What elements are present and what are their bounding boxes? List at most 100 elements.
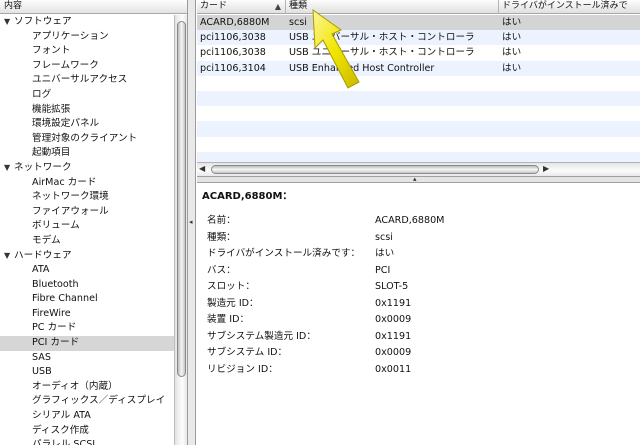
- cell-card: pci1106,3104: [200, 62, 266, 74]
- sidebar-item[interactable]: 管理対象のクライアント: [0, 132, 174, 147]
- sidebar-item-label: 環境設定パネル: [32, 118, 100, 130]
- cell-driver: はい: [502, 17, 522, 28]
- detail-label: バス：: [207, 264, 236, 276]
- sidebar-item[interactable]: ログ: [0, 88, 174, 103]
- sidebar-item[interactable]: Fibre Channel: [0, 292, 174, 307]
- cell-card: pci1106,3038: [200, 47, 266, 59]
- scroll-left-icon[interactable]: ◀: [199, 164, 205, 173]
- table-row[interactable]: ACARD,6880M scsi はい: [197, 15, 640, 31]
- sidebar-item-label: ネットワーク: [14, 161, 72, 173]
- column-header-card[interactable]: カード ▲: [197, 0, 286, 14]
- table-row[interactable]: pci1106,3038 USB ユニバーサル・ホスト・コントローラ はい: [197, 45, 640, 60]
- sidebar-item[interactable]: PC カード: [0, 321, 174, 336]
- table-horizontal-scrollbar[interactable]: ◀ ▶: [197, 162, 640, 176]
- sidebar-item[interactable]: グラフィックス／ディスプレイ: [0, 394, 174, 409]
- cell-card: pci1106,3038: [200, 32, 266, 44]
- sidebar-item[interactable]: ファイアウォール: [0, 205, 174, 220]
- sidebar-item[interactable]: ボリューム: [0, 219, 174, 234]
- sidebar-scroll-thumb[interactable]: [177, 21, 186, 377]
- detail-row: 装置 ID： 0x0009: [207, 312, 637, 329]
- detail-label: リビジョン ID：: [207, 363, 278, 375]
- table-scroll-thumb[interactable]: [211, 165, 539, 174]
- detail-label: 製造元 ID：: [207, 297, 259, 309]
- detail-value: SLOT-5: [375, 281, 409, 292]
- sidebar: 内容 ▼ ソフトウェア アプリケーション フォント フレームワーク ユニバーサルアクセスロ…: [0, 0, 188, 445]
- cell-driver: はい: [502, 47, 522, 59]
- cell-card: ACARD,6880M: [200, 17, 270, 28]
- sidebar-item[interactable]: ネットワーク環境: [0, 190, 174, 205]
- detail-label: サブシステム製造元 ID：: [207, 330, 316, 342]
- detail-panel: ACARD,6880M： 名前： ACARD,6880M 種類： scsi ドライバがイ…: [197, 183, 640, 445]
- sidebar-item-label: SAS: [32, 351, 51, 363]
- cell-driver: はい: [502, 62, 522, 74]
- sidebar-item[interactable]: ユニバーサルアクセス: [0, 73, 174, 88]
- sidebar-item-label: Bluetooth: [32, 278, 79, 290]
- empty-table-row: [197, 76, 640, 91]
- sidebar-item-label: ログ: [32, 88, 52, 100]
- sidebar-item[interactable]: SAS: [0, 351, 174, 366]
- sidebar-item[interactable]: フレームワーク: [0, 59, 174, 74]
- detail-row: ドライバがインストール済みです： はい: [207, 246, 637, 263]
- sidebar-tree: ▼ ソフトウェア アプリケーション フォント フレームワーク ユニバーサルアクセス ログ 機能…: [0, 15, 174, 445]
- sidebar-item[interactable]: シリアル ATA: [0, 409, 174, 424]
- sidebar-item-label: Fibre Channel: [32, 293, 98, 305]
- sidebar-category[interactable]: ▼ ネットワーク: [0, 161, 174, 176]
- table-body: ACARD,6880M scsi はい pci1106,3038 USB ユニバーサル・…: [197, 15, 640, 167]
- disclosure-triangle-icon[interactable]: ▼: [4, 15, 14, 30]
- sidebar-item-label: PC カード: [32, 322, 77, 334]
- table-row[interactable]: pci1106,3104 USB Enhanced Host Controller…: [197, 60, 640, 76]
- detail-value: scsi: [375, 231, 393, 243]
- sidebar-scrollbar[interactable]: [174, 15, 187, 445]
- disclosure-triangle-icon[interactable]: ▼: [4, 161, 14, 176]
- cell-driver: はい: [502, 32, 522, 44]
- disclosure-triangle-icon[interactable]: ▼: [4, 249, 14, 264]
- sidebar-item-label: FireWire: [32, 307, 71, 319]
- detail-field-list: 名前： ACARD,6880M 種類： scsi ドライバがインストール済みです： はいバ…: [207, 213, 637, 378]
- sidebar-item[interactable]: FireWire: [0, 307, 174, 322]
- detail-row: スロット： SLOT-5: [207, 279, 637, 296]
- sidebar-item-label: ソフトウェア: [14, 16, 72, 27]
- vertical-splitter[interactable]: ◂: [188, 0, 196, 445]
- sidebar-item[interactable]: ATA: [0, 263, 174, 278]
- column-header-driver[interactable]: ドライバがインストール済みで: [499, 0, 640, 14]
- detail-row: サブシステム製造元 ID： 0x1191: [207, 329, 637, 346]
- detail-label: スロット：: [207, 281, 255, 292]
- detail-row: バス： PCI: [207, 263, 637, 280]
- splitter-grip-icon: ◂: [189, 218, 193, 226]
- sidebar-item[interactable]: オーディオ（内蔵）: [0, 380, 174, 395]
- sidebar-item[interactable]: フォント: [0, 44, 174, 59]
- sidebar-item[interactable]: AirMac カード: [0, 176, 174, 191]
- sidebar-category[interactable]: ▼ ハードウェア: [0, 249, 174, 264]
- sidebar-item[interactable]: PCI カード: [0, 336, 174, 351]
- sidebar-item[interactable]: 機能拡張: [0, 103, 174, 118]
- detail-row: 名前： ACARD,6880M: [207, 213, 637, 230]
- detail-value: 0x0011: [375, 363, 412, 375]
- empty-table-row: [197, 121, 640, 137]
- empty-table-row: [197, 137, 640, 152]
- detail-value: 0x0009: [375, 347, 412, 358]
- sidebar-header[interactable]: 内容: [0, 0, 187, 14]
- table-row[interactable]: pci1106,3038 USB ユニバーサル・ホスト・コントローラ はい: [197, 30, 640, 46]
- sidebar-category[interactable]: ▼ ソフトウェア: [0, 15, 174, 30]
- sidebar-item-label: ATA: [32, 264, 50, 276]
- sidebar-item-label: フォント: [32, 45, 71, 57]
- sidebar-item[interactable]: Bluetooth: [0, 278, 174, 293]
- sidebar-item-label: ファイアウォール: [32, 205, 109, 217]
- sidebar-item-label: オーディオ（内蔵）: [32, 380, 118, 392]
- sidebar-item[interactable]: パラレル SCSI: [0, 438, 174, 445]
- sidebar-item[interactable]: USB: [0, 365, 174, 380]
- sidebar-item[interactable]: 起動項目: [0, 146, 174, 161]
- horizontal-splitter[interactable]: ▴: [197, 175, 640, 183]
- sidebar-item-label: ディスク作成: [32, 424, 89, 436]
- sidebar-item[interactable]: アプリケーション: [0, 30, 174, 45]
- sidebar-item[interactable]: 環境設定パネル: [0, 117, 174, 132]
- sort-up-icon: ▲: [274, 2, 281, 11]
- detail-label: 種類：: [207, 231, 236, 243]
- sidebar-item-label: 機能拡張: [32, 103, 71, 115]
- detail-value: 0x0009: [375, 314, 412, 325]
- splitter-grip-icon: ▴: [413, 175, 417, 183]
- sidebar-item[interactable]: ディスク作成: [0, 424, 174, 439]
- scroll-right-icon[interactable]: ▶: [543, 164, 549, 173]
- sidebar-item-label: グラフィックス／ディスプレイ: [32, 395, 166, 407]
- sidebar-item[interactable]: モデム: [0, 234, 174, 249]
